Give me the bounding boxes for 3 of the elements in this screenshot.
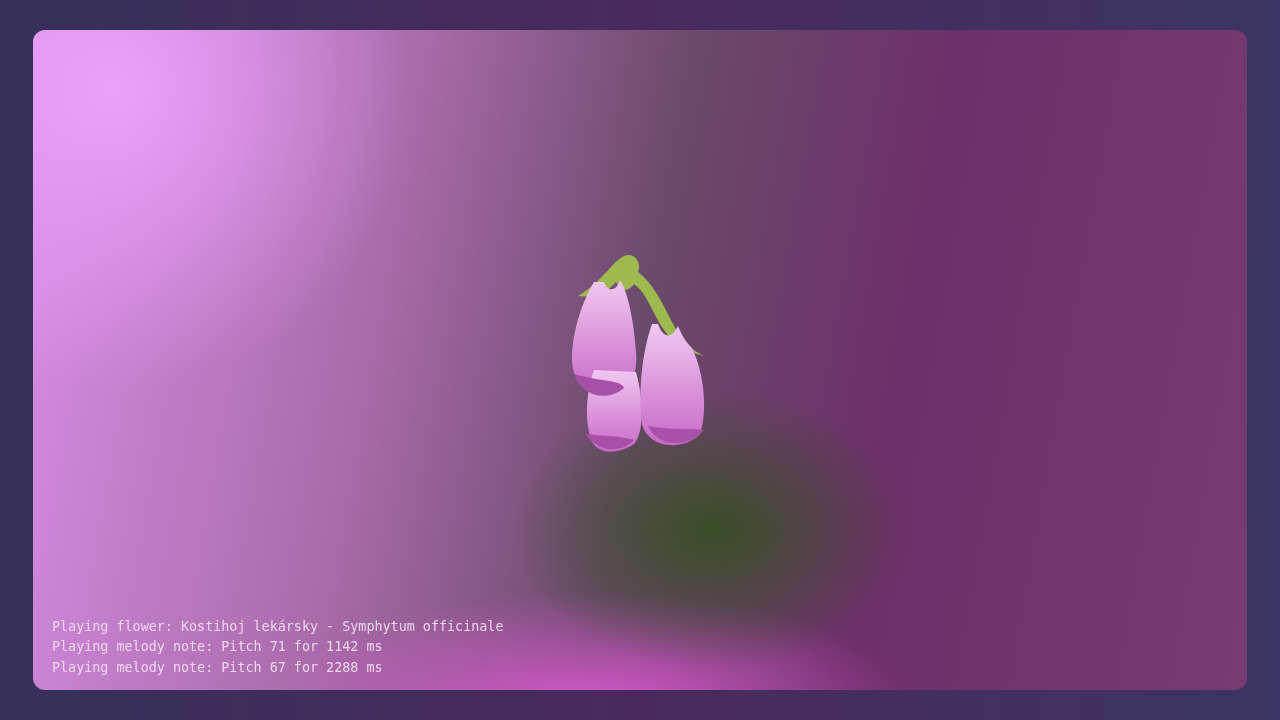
log-line: Playing melody note: Pitch 67 for 2288 ms [52,658,384,677]
log-line: Playing melody note: Pitch 71 for 1142 ms [52,638,384,656]
log-line: Playing flower: Kostihoj lekársky - Symphytum officinale [52,617,504,636]
